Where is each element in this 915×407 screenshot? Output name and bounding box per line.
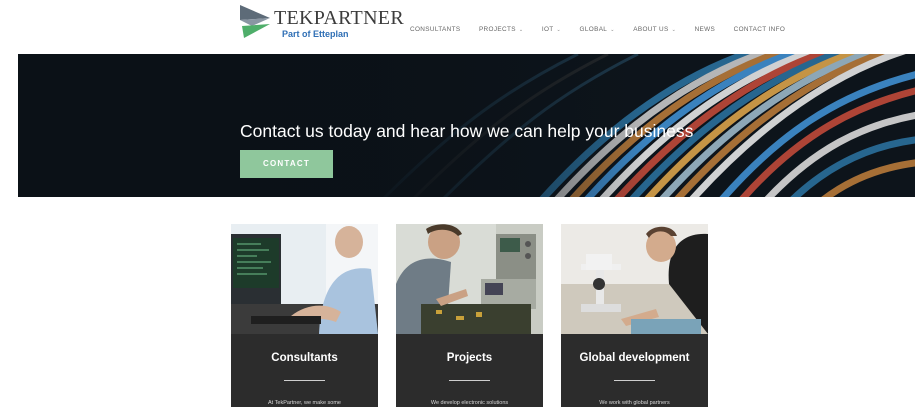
logo-title: TEKPARTNER — [274, 7, 404, 29]
nav-label: CONTACT INFO — [733, 26, 786, 33]
nav-consultants[interactable]: CONSULTANTS — [410, 26, 460, 33]
nav-label: PROJECTS — [478, 26, 516, 33]
nav-global[interactable]: GLOBAL ⌄ — [580, 26, 615, 33]
nav-contact-info[interactable]: CONTACT INFO — [734, 26, 786, 33]
card-title: Global development — [579, 352, 690, 364]
chevron-down-icon: ⌄ — [671, 27, 677, 33]
contact-button[interactable]: CONTACT — [240, 150, 333, 178]
card-divider — [449, 380, 490, 381]
card-text: At TekPartner, we make some — [268, 400, 341, 406]
card-global-development[interactable]: Global development We work with global p… — [561, 224, 708, 407]
nav-label: NEWS — [694, 26, 716, 33]
nav-label: ABOUT US — [633, 26, 669, 33]
projects-photo — [396, 224, 543, 334]
main-nav: CONSULTANTS PROJECTS ⌄ IOT ⌄ GLOBAL ⌄ ABOUT… — [410, 18, 786, 33]
chevron-down-icon: ⌄ — [556, 27, 562, 33]
nav-news[interactable]: NEWS — [695, 26, 716, 33]
nav-label: IOT — [541, 26, 554, 33]
global-development-photo — [561, 224, 708, 334]
hero-banner: Contact us today and hear how we can hel… — [18, 54, 915, 197]
consultants-photo — [231, 224, 378, 334]
card-projects[interactable]: Projects We develop electronic solutions — [396, 224, 543, 407]
site-header: TEKPARTNER Part of Etteplan CONSULTANTS … — [0, 0, 915, 50]
card-title: Projects — [446, 352, 493, 364]
site-logo[interactable]: TEKPARTNER Part of Etteplan — [238, 2, 404, 42]
card-text: We develop electronic solutions — [430, 400, 509, 406]
chevron-down-icon: ⌄ — [610, 27, 615, 33]
card-text: We work with global partners — [599, 400, 670, 406]
card-consultants[interactable]: Consultants At TekPartner, we make some — [231, 224, 378, 407]
chevron-down-icon: ⌄ — [518, 27, 524, 33]
card-divider — [614, 380, 655, 381]
hero-heading: Contact us today and hear how we can hel… — [240, 121, 694, 141]
nav-projects[interactable]: PROJECTS ⌄ — [479, 26, 523, 33]
nav-label: GLOBAL — [579, 26, 608, 33]
nav-about-us[interactable]: ABOUT US ⌄ — [633, 26, 676, 33]
card-divider — [284, 380, 325, 381]
logo-mark-icon — [240, 5, 270, 38]
logo-subtitle: Part of Etteplan — [282, 29, 349, 39]
card-title: Consultants — [271, 352, 338, 364]
nav-label: CONSULTANTS — [410, 26, 461, 33]
nav-iot[interactable]: IOT ⌄ — [542, 26, 561, 33]
